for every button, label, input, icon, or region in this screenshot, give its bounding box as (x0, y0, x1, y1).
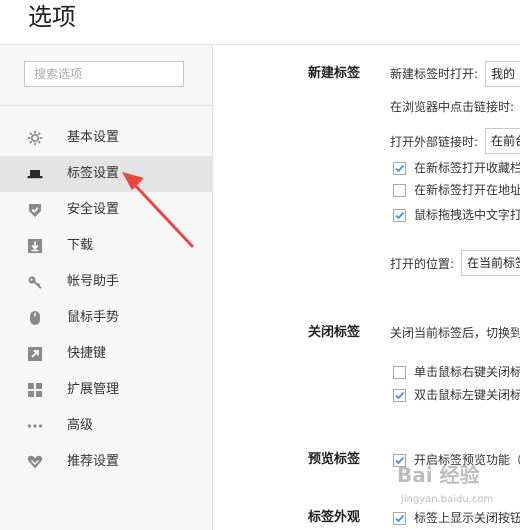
heart-icon (27, 454, 43, 470)
close-opt1-label: 单击鼠标右键关闭标 (414, 365, 520, 379)
gear-icon (27, 130, 43, 146)
search-input[interactable]: 搜索选项 (24, 61, 184, 87)
sidebar-item-shortcuts[interactable]: 快捷键 (0, 336, 212, 372)
new-tab-open-label: 新建标签时打开: (390, 67, 479, 81)
preview-opt1-label: 开启标签预览功能（ (414, 453, 520, 467)
sidebar-item-label: 下载 (67, 238, 94, 253)
sidebar-item-extensions[interactable]: 扩展管理 (0, 372, 212, 408)
close-after-label: 关闭当前标签后，切换到 (390, 326, 520, 340)
section-title-preview-tab: 预览标签 (308, 452, 361, 467)
link-click-label: 在浏览器中点击链接时: (390, 100, 515, 114)
open-position-label: 打开的位置: (390, 257, 455, 271)
sidebar-item-label: 高级 (67, 418, 94, 433)
grid-icon (27, 382, 43, 398)
title-bar: 选项 (0, 0, 520, 45)
more-dots-icon (27, 418, 43, 434)
sidebar-item-tab-settings[interactable]: 标签设置 (0, 156, 212, 192)
look-opt1-label: 标签上显示关闭按钮 (414, 511, 520, 525)
section-title-tab-look: 标签外观 (308, 510, 361, 525)
sidebar: 搜索选项 基本设置 标签设置 安全设置 下载 帐号助手 鼠标手势 快捷键 扩展管… (0, 45, 213, 530)
checkbox-preview-opt1[interactable] (393, 454, 406, 467)
open-position-select[interactable]: 在当前标签 (461, 250, 520, 276)
new-opt1-label: 在新标签打开收藏栏 (414, 161, 520, 175)
sidebar-item-security[interactable]: 安全设置 (0, 192, 212, 228)
sidebar-item-label: 快捷键 (67, 346, 107, 361)
sidebar-item-label: 标签设置 (67, 166, 120, 181)
tab-icon (27, 166, 43, 182)
key-icon (27, 274, 43, 290)
sidebar-item-basic-settings[interactable]: 基本设置 (0, 120, 212, 156)
shield-check-icon (27, 202, 43, 218)
sidebar-item-label: 基本设置 (67, 130, 120, 145)
download-icon (27, 238, 43, 254)
sidebar-item-advanced[interactable]: 高级 (0, 408, 212, 444)
section-title-new-tab: 新建标签 (308, 66, 361, 81)
shortcut-arrow-icon (27, 346, 43, 362)
new-tab-open-select[interactable]: 我的 (485, 61, 520, 87)
section-title-close-tab: 关闭标签 (308, 325, 361, 340)
external-link-label: 打开外部链接时: (390, 135, 479, 149)
checkbox-close-opt2[interactable] (393, 389, 406, 402)
mouse-icon (27, 310, 43, 326)
external-link-select[interactable]: 在前台 (485, 128, 520, 154)
sidebar-item-account-helper[interactable]: 帐号助手 (0, 264, 212, 300)
sidebar-item-label: 鼠标手势 (67, 310, 120, 325)
page-title: 选项 (28, 3, 76, 31)
checkbox-close-opt1[interactable] (393, 366, 406, 379)
sidebar-item-recommended[interactable]: 推荐设置 (0, 444, 212, 480)
sidebar-item-label: 安全设置 (67, 202, 120, 217)
checkbox-new-opt1[interactable] (393, 162, 406, 175)
close-opt2-label: 双击鼠标左键关闭标 (414, 388, 520, 402)
checkbox-new-opt3[interactable] (393, 209, 406, 222)
sidebar-item-download[interactable]: 下载 (0, 228, 212, 264)
sidebar-divider (0, 105, 212, 106)
sidebar-item-label: 扩展管理 (67, 382, 120, 397)
sidebar-item-mouse-gestures[interactable]: 鼠标手势 (0, 300, 212, 336)
checkbox-look-opt1[interactable] (393, 512, 406, 525)
main-panel: 新建标签 新建标签时打开: 我的 在浏览器中点击链接时: 打开外部链接时: 在前… (213, 45, 520, 530)
sidebar-item-label: 推荐设置 (67, 454, 120, 469)
sidebar-item-label: 帐号助手 (67, 274, 120, 289)
checkbox-new-opt2[interactable] (393, 184, 406, 197)
new-opt2-label: 在新标签打开在地址 (414, 183, 520, 197)
new-opt3-label: 鼠标拖拽选中文字打 (414, 208, 520, 222)
